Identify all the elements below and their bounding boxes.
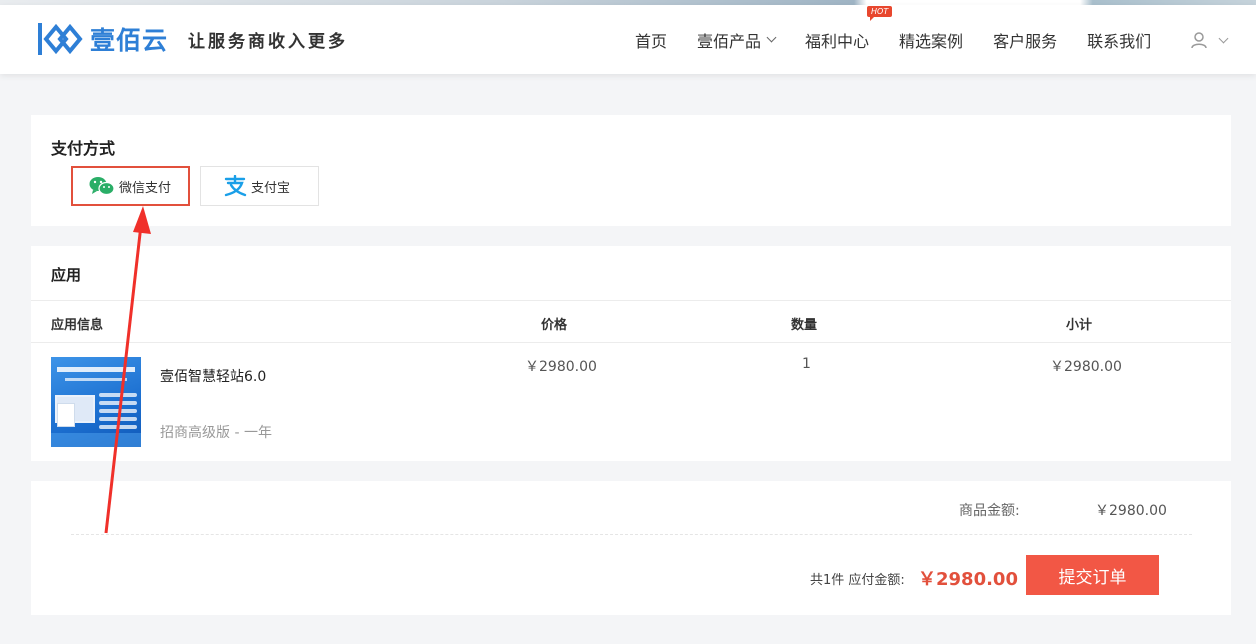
nav-cases[interactable]: 精选案例 (899, 28, 963, 52)
wechat-icon (89, 177, 115, 196)
chevron-down-icon (1218, 33, 1229, 43)
nav-products[interactable]: 壹佰产品 (697, 28, 777, 52)
nav-label: 首页 (635, 31, 668, 51)
nav-home[interactable]: 首页 (635, 28, 667, 52)
col-header-info: 应用信息 (51, 318, 104, 333)
nav-benefits[interactable]: 福利中心 HOT (805, 5, 893, 52)
payment-card: 支付方式 微信支付 支付宝 (31, 115, 1231, 226)
nav-label: 福利中心 (805, 31, 870, 51)
site-header: 壹佰云 让服务商收入更多 首页 壹佰产品 福利中心 HOT 精选案例 客户服务 联… (0, 5, 1256, 74)
nav-contact[interactable]: 联系我们 (1087, 28, 1151, 52)
nav-label: 客户服务 (993, 31, 1058, 51)
product-thumbnail (51, 357, 141, 447)
nav-label: 联系我们 (1087, 31, 1152, 51)
logo[interactable]: 壹佰云 (36, 19, 168, 59)
slogan: 让服务商收入更多 (188, 32, 348, 52)
item-count-label: 共1件 应付金额: (810, 573, 905, 588)
col-header-quantity: 数量 (791, 318, 818, 333)
col-header-subtotal: 小计 (1066, 318, 1093, 333)
main-nav: 首页 壹佰产品 福利中心 HOT 精选案例 客户服务 联系我们 (620, 5, 1166, 74)
product-edition: 招商高级版 - 一年 (160, 425, 272, 441)
alipay-label: 支付宝 (251, 180, 291, 196)
wechat-pay-label: 微信支付 (119, 180, 172, 196)
payment-title: 支付方式 (51, 139, 116, 158)
nav-label: 壹佰产品 (697, 31, 762, 51)
product-price: ￥2980.00 (525, 359, 597, 375)
total-amount: ￥2980.00 (918, 569, 1018, 590)
summary-card: 商品金额: ￥2980.00 共1件 应付金额: ￥2980.00 提交订单 (31, 481, 1231, 615)
app-card: 应用 应用信息 价格 数量 小计 壹佰智慧轻站6.0 招商高级版 - 一年 ￥2… (31, 246, 1231, 461)
app-section-title: 应用 (51, 266, 82, 284)
nav-label: 精选案例 (899, 31, 964, 51)
dashed-divider (71, 534, 1192, 535)
submit-order-button[interactable]: 提交订单 (1026, 555, 1159, 595)
goods-amount-value: ￥2980.00 (1095, 503, 1167, 519)
product-quantity: 1 (802, 356, 811, 372)
alipay-option[interactable]: 支付宝 (200, 166, 319, 206)
product-subtotal: ￥2980.00 (1050, 359, 1122, 375)
divider (31, 300, 1231, 301)
user-icon (1191, 32, 1207, 49)
col-header-price: 价格 (541, 318, 568, 333)
product-name: 壹佰智慧轻站6.0 (160, 369, 267, 385)
logo-icon (38, 23, 83, 55)
hot-badge: HOT (867, 5, 893, 21)
user-menu[interactable] (1190, 31, 1229, 49)
divider (31, 342, 1231, 343)
brand-name: 壹佰云 (90, 26, 169, 55)
goods-amount-label: 商品金额: (959, 503, 1020, 519)
chevron-down-icon (766, 32, 777, 43)
nav-service[interactable]: 客户服务 (993, 28, 1057, 52)
alipay-icon (224, 175, 247, 197)
wechat-pay-option[interactable]: 微信支付 (71, 166, 190, 206)
